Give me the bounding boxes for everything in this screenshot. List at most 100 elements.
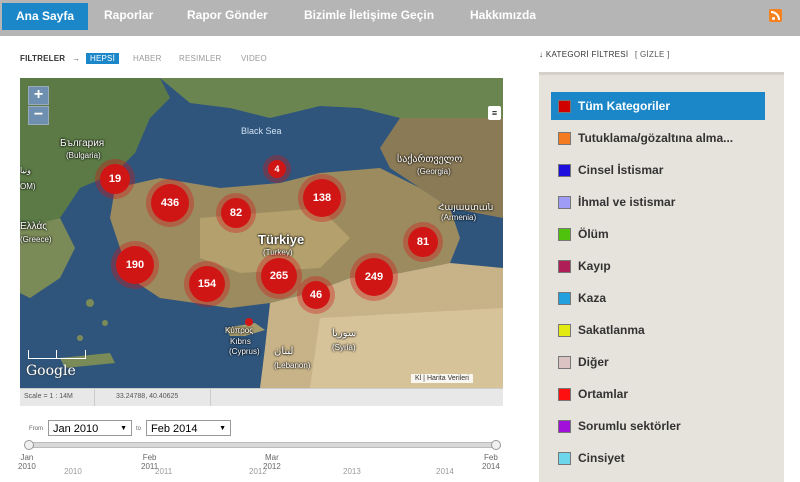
year-label: 2014 xyxy=(436,467,454,476)
color-swatch xyxy=(558,260,571,273)
filter-images[interactable]: RESIMLER xyxy=(179,54,222,63)
nav-submit-report[interactable]: Rapor Gönder xyxy=(187,0,268,30)
map-label-syria-sub: (Syria) xyxy=(332,343,356,352)
map-label-cyprus-en: (Cyprus) xyxy=(229,347,260,356)
color-swatch xyxy=(558,324,571,337)
map-label-georgia-sub: (Georgia) xyxy=(417,167,451,176)
to-label: to xyxy=(136,426,142,432)
color-swatch xyxy=(558,100,571,113)
map-label-cyprus-tr: Kıbrıs xyxy=(230,337,251,346)
map-label-bulgaria: България xyxy=(60,138,105,149)
map-label-lebanon: لبنان xyxy=(274,346,294,357)
year-label: 2013 xyxy=(343,467,361,476)
nav-reports[interactable]: Raporlar xyxy=(104,0,153,30)
arrow-down-icon: ↓ xyxy=(539,50,544,59)
rss-icon[interactable] xyxy=(769,9,782,22)
chevron-down-icon: ▼ xyxy=(120,425,127,432)
map-label-georgia: საქართველო xyxy=(397,154,463,165)
cluster-marker[interactable]: 190 xyxy=(116,246,154,284)
slider-end-handle[interactable] xyxy=(491,440,501,450)
nav-home[interactable]: Ana Sayfa xyxy=(2,3,89,30)
cluster-marker[interactable]: 138 xyxy=(303,179,341,217)
color-swatch xyxy=(558,420,571,433)
color-swatch xyxy=(558,196,571,209)
map-label-bulgaria-sub: (Bulgaria) xyxy=(66,151,101,160)
map-label-turkey: Türkiye xyxy=(258,232,305,247)
cluster-marker[interactable]: 249 xyxy=(355,258,393,296)
category-item[interactable]: İhmal ve istismar xyxy=(551,188,765,216)
from-label: From xyxy=(29,426,43,432)
category-item[interactable]: Diğer xyxy=(551,348,765,376)
color-swatch xyxy=(558,228,571,241)
top-navigation: Ana Sayfa Raporlar Rapor Gönder Bizimle … xyxy=(0,0,800,36)
category-item[interactable]: Sorumlu sektörler xyxy=(551,412,765,440)
map-label-macedonia-sub: OM) xyxy=(20,182,36,191)
incident-map[interactable]: + − ≡ Black Sea България (Bulgaria) Türk… xyxy=(20,78,503,388)
map-label-greece: Ελλάς xyxy=(20,221,48,232)
date-range-slider[interactable] xyxy=(28,442,498,448)
filters-label: FILTRELER xyxy=(20,54,66,63)
map-status-bar: Scale = 1 : 14M 33.24788, 40.40625 xyxy=(20,388,503,406)
category-item[interactable]: Ortamlar xyxy=(551,380,765,408)
map-label-syria: سوريا xyxy=(332,328,357,339)
year-label: 2012 xyxy=(249,467,267,476)
cluster-marker[interactable]: 436 xyxy=(151,184,189,222)
map-scale-bar xyxy=(28,350,86,359)
map-coordinates: 33.24788, 40.40625 xyxy=(116,393,179,400)
cluster-marker[interactable]: 19 xyxy=(100,164,130,194)
cluster-marker[interactable]: 81 xyxy=(408,227,438,257)
map-label-armenia: Հայաստան xyxy=(438,202,494,212)
map-label-turkey-sub: (Turkey) xyxy=(263,248,293,257)
category-item[interactable]: Kaza xyxy=(551,284,765,312)
map-data-attribution[interactable]: Kl | Harita Verileri xyxy=(411,374,473,383)
category-item[interactable]: Cinsel İstismar xyxy=(551,156,765,184)
map-label-lebanon-sub: (Lebanon) xyxy=(274,361,311,370)
map-label-cyprus: Κύπρος xyxy=(225,326,254,335)
cluster-marker[interactable]: 265 xyxy=(261,258,297,294)
color-swatch xyxy=(558,452,571,465)
category-item[interactable]: Kayıp xyxy=(551,252,765,280)
google-logo: Google xyxy=(26,363,76,379)
cluster-marker[interactable]: 46 xyxy=(302,281,330,309)
map-label-macedonia: ونيا xyxy=(20,166,31,175)
incident-point[interactable] xyxy=(245,318,253,326)
cluster-marker[interactable]: 82 xyxy=(221,198,251,228)
category-item[interactable]: Cinsiyet xyxy=(551,444,765,472)
slider-start-handle[interactable] xyxy=(24,440,34,450)
cluster-marker[interactable]: 154 xyxy=(189,266,225,302)
filter-video[interactable]: VIDEO xyxy=(241,54,267,63)
color-swatch xyxy=(558,164,571,177)
color-swatch xyxy=(558,388,571,401)
category-all[interactable]: Tüm Kategoriler xyxy=(551,92,765,120)
map-label-greece-sub: (Greece) xyxy=(20,235,52,244)
from-date-select[interactable]: Jan 2010 ▼ xyxy=(48,420,132,436)
color-swatch xyxy=(558,132,571,145)
color-swatch xyxy=(558,356,571,369)
nav-contact[interactable]: Bizimle İletişime Geçin xyxy=(304,0,434,30)
chevron-down-icon: ▼ xyxy=(219,425,226,432)
cluster-marker[interactable]: 4 xyxy=(268,160,286,178)
category-filter-title: KATEGORİ FİLTRESİ xyxy=(545,50,629,59)
slider-tick: Feb 2014 xyxy=(482,453,500,471)
zoom-out-button[interactable]: − xyxy=(28,106,49,125)
to-date-select[interactable]: Feb 2014 ▼ xyxy=(146,420,231,436)
category-filter-header: ↓ KATEGORİ FİLTRESİ [ GİZLE ] xyxy=(539,50,670,59)
year-label: 2010 xyxy=(64,467,82,476)
category-panel: Tüm Kategoriler Tutuklama/gözaltına alma… xyxy=(539,72,784,482)
map-scale-text: Scale = 1 : 14M xyxy=(24,393,73,400)
filter-all[interactable]: HEPSİ xyxy=(86,53,120,64)
slider-tick: Jan 2010 xyxy=(18,453,36,471)
hide-toggle[interactable]: [ GİZLE ] xyxy=(635,50,670,59)
layers-icon[interactable]: ≡ xyxy=(488,106,501,120)
arrow-right-icon: → xyxy=(72,54,81,63)
category-item[interactable]: Ölüm xyxy=(551,220,765,248)
map-label-armenia-sub: (Armenia) xyxy=(441,213,477,222)
zoom-in-button[interactable]: + xyxy=(28,86,49,105)
category-item[interactable]: Tutuklama/gözaltına alma... xyxy=(551,124,765,152)
nav-about[interactable]: Hakkımızda xyxy=(470,0,536,30)
map-label-black-sea: Black Sea xyxy=(241,126,282,136)
filter-news[interactable]: HABER xyxy=(133,54,162,63)
color-swatch xyxy=(558,292,571,305)
year-label: 2011 xyxy=(155,467,173,476)
category-item[interactable]: Sakatlanma xyxy=(551,316,765,344)
